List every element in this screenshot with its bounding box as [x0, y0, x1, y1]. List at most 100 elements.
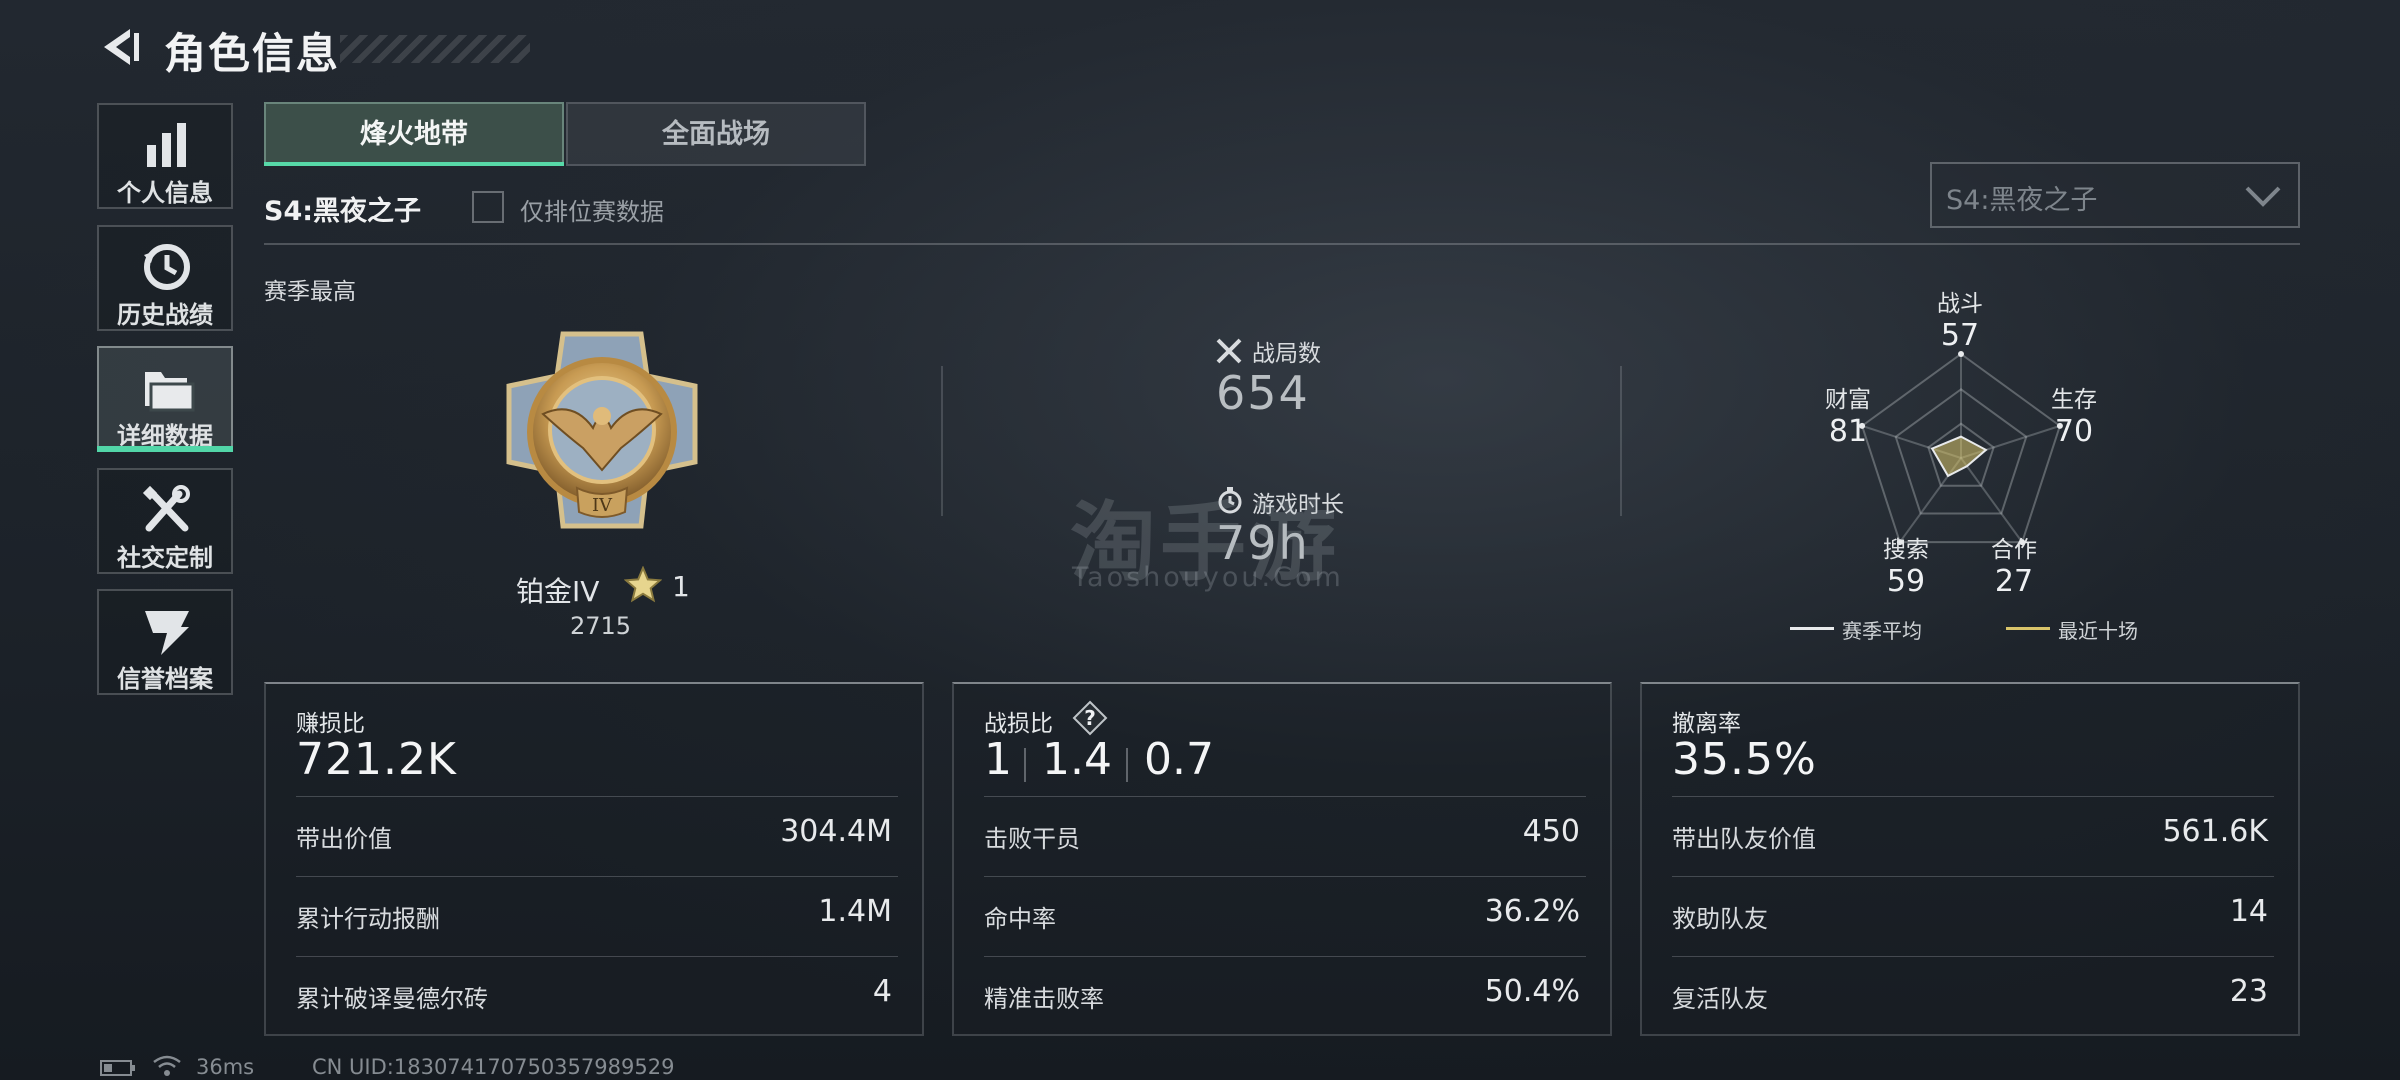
stat-card-kd: 战损比 ? 1 1.4 0.7 击败干员 450 命中率 36.2% 精准击败率… [952, 682, 1612, 1036]
sidebar-item-detailed-data[interactable]: 详细数据 [97, 346, 233, 452]
divider [264, 243, 2300, 245]
player-uid: CN UID:18307417075035798​9529 [312, 1055, 675, 1079]
season-best-heading: 赛季最高 [264, 279, 356, 305]
shield-credit-icon [145, 611, 189, 655]
row-value: 14 [2229, 894, 2268, 929]
sidebar-item-history[interactable]: 历史战绩 [97, 225, 233, 331]
row-value: 1.4M [818, 894, 892, 929]
row-label: 复活队友 [1672, 985, 1768, 1013]
sidebar-item-label: 信誉档案 [117, 665, 213, 693]
tools-icon [142, 485, 190, 532]
matches-label: 战局数 [1252, 341, 1321, 367]
wifi-icon [153, 1055, 181, 1076]
divider [1672, 876, 2274, 877]
divider [1672, 956, 2274, 957]
stat-card-extraction: 撤离率 35.5% 带出队友价值 561.6K 救助队友 14 复活队友 23 [1640, 682, 2300, 1036]
battery-icon [100, 1060, 135, 1076]
legend-label-season-avg: 赛季平均 [1842, 619, 1922, 643]
help-icon[interactable]: ? [1072, 700, 1108, 736]
card-title: 战损比 [984, 711, 1053, 737]
rank-numeral: IV [592, 495, 613, 516]
row-label: 累计破译曼德尔砖 [296, 985, 488, 1013]
divider [984, 956, 1586, 957]
row-value: 450 [1522, 814, 1580, 849]
sidebar-item-label: 社交定制 [117, 544, 213, 572]
sidebar-item-label: 历史战绩 [117, 301, 213, 329]
ping-value: 36ms [196, 1055, 255, 1079]
sidebar-item-label: 个人信息 [117, 179, 213, 207]
crossed-swords-icon [1216, 338, 1242, 364]
radar-label-wealth: 财富 [1825, 387, 1871, 413]
radar-data-polygon [1930, 435, 1988, 478]
radar-value-combat: 57 [1940, 318, 1980, 353]
tab-warzone[interactable]: 烽火地带 [264, 102, 564, 166]
row-value: 50.4% [1484, 974, 1580, 1009]
card-title: 撤离率 [1672, 711, 1741, 737]
stat-card-profit: 赚损比 721.2K 带出价值 304.4M 累计行动报酬 1.4M 累计破译曼… [264, 682, 924, 1036]
watermark-url: Taoshouyou.Com [1072, 562, 1344, 593]
legend-line-season-avg [1790, 627, 1834, 630]
divider [1126, 748, 1128, 782]
rank-name: 铂金IV [516, 575, 600, 608]
back-arrow-icon[interactable] [96, 24, 142, 70]
season-select-value: S4:黑夜之子 [1946, 185, 2098, 216]
rank-score: 2715 [570, 612, 632, 640]
season-select[interactable]: S4:黑夜之子 [1930, 162, 2300, 228]
divider [984, 796, 1586, 797]
kd-value: 1.4 [1042, 734, 1112, 785]
radar-label-combat: 战斗 [1937, 291, 1983, 317]
divider [984, 876, 1586, 877]
kd-value: 1 [984, 734, 1012, 785]
sidebar-item-label: 详细数据 [117, 422, 213, 450]
rank-emblem-icon: IV [506, 331, 698, 529]
ranked-only-label[interactable]: 仅排位赛数据 [520, 192, 664, 227]
ranked-only-checkbox[interactable] [472, 191, 504, 223]
page-title: 角色信息 [164, 29, 341, 78]
row-label: 精准击败率 [984, 985, 1104, 1013]
card-main-value: 721.2K [296, 734, 457, 785]
tab-full-battlefield[interactable]: 全面战场 [566, 102, 866, 166]
row-label: 击败干员 [984, 825, 1080, 853]
divider [296, 796, 898, 797]
row-value: 304.4M [780, 814, 892, 849]
radar-label-search: 搜索 [1883, 537, 1929, 563]
radar-label-survival: 生存 [2051, 387, 2097, 413]
matches-value: 654 [1216, 366, 1310, 420]
row-label: 命中率 [984, 905, 1056, 933]
kd-value: 0.7 [1144, 734, 1214, 785]
row-value: 4 [872, 974, 892, 1009]
row-label: 带出价值 [296, 825, 392, 853]
divider [1620, 366, 1622, 516]
bar-chart-icon [147, 123, 186, 167]
radar-value-teamwork: 27 [1994, 564, 2034, 599]
divider [1024, 748, 1026, 782]
sidebar-item-personal-info[interactable]: 个人信息 [97, 103, 233, 209]
card-title: 赚损比 [296, 711, 365, 737]
row-value: 36.2% [1484, 894, 1580, 929]
radar-value-survival: 70 [2054, 414, 2094, 449]
title-decoration [340, 35, 530, 63]
sidebar-item-credit[interactable]: 信誉档案 [97, 589, 233, 695]
divider [296, 956, 898, 957]
sidebar-item-social[interactable]: 社交定制 [97, 468, 233, 574]
row-label: 累计行动报酬 [296, 905, 440, 933]
divider [941, 366, 943, 516]
svg-text:?: ? [1084, 706, 1096, 730]
chevron-down-icon [2245, 186, 2281, 207]
star-icon [624, 566, 662, 603]
radar-label-teamwork: 合作 [1991, 537, 2037, 563]
season-label: S4:黑夜之子 [264, 196, 422, 227]
legend-line-recent-ten [2006, 627, 2050, 630]
divider [1672, 796, 2274, 797]
rank-star-count: 1 [672, 570, 690, 603]
radar-value-wealth: 81 [1828, 414, 1868, 449]
folder-data-icon [145, 372, 195, 412]
history-clock-icon [144, 244, 190, 290]
divider [296, 876, 898, 877]
card-main-value: 35.5% [1672, 734, 1817, 785]
row-label: 救助队友 [1672, 905, 1768, 933]
radar-value-search: 59 [1886, 564, 1926, 599]
row-value: 561.6K [2162, 814, 2268, 849]
row-value: 23 [2229, 974, 2268, 1009]
legend-label-recent-ten: 最近十场 [2058, 619, 2138, 643]
